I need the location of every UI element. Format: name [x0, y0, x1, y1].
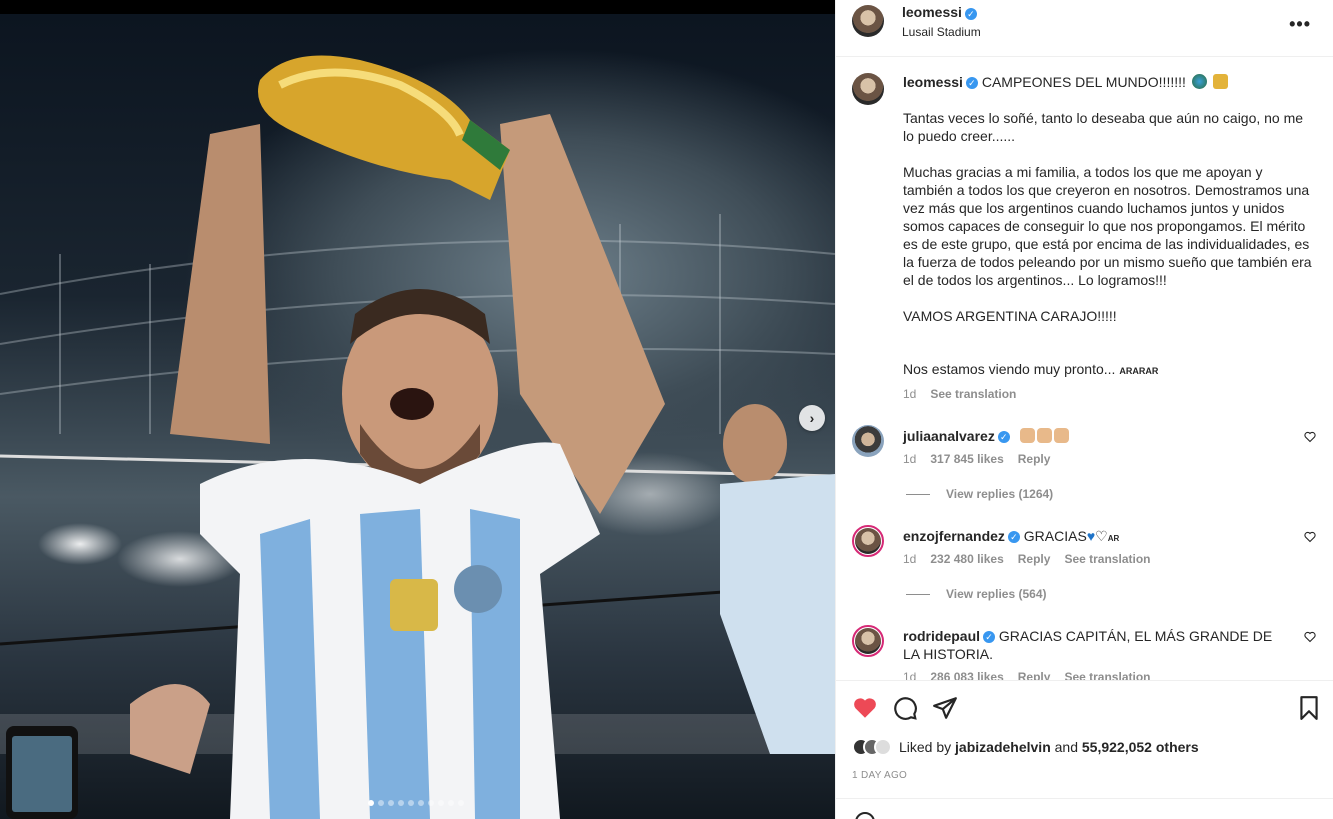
caption-text: Tantas veces lo soñé, tanto lo deseaba q… [903, 110, 1312, 324]
argentina-flags-label: ARARAR [1119, 366, 1159, 376]
caption-meta: 1d See translation [903, 387, 1030, 401]
add-comment-bar[interactable] [836, 798, 1333, 819]
comment-likes[interactable]: 232 480 likes [930, 552, 1003, 566]
caption-time: 1d [903, 387, 917, 401]
comment-meta: 1d 232 480 likes Reply See translation [903, 552, 1164, 566]
globe-emoji-icon [1191, 74, 1207, 89]
comments-section[interactable]: leomessi ✓ CAMPEONES DEL MUNDO!!!!!!! Tan… [836, 57, 1333, 680]
comment-username[interactable]: juliaanalvarez [903, 428, 995, 444]
carousel-dot [448, 800, 454, 806]
blue-heart-emoji-icon: ♥ [1086, 528, 1096, 544]
like-comment-heart-icon[interactable] [1304, 631, 1316, 643]
share-icon[interactable] [932, 695, 958, 721]
author-avatar[interactable] [852, 5, 884, 37]
comment-likes[interactable]: 317 845 likes [930, 452, 1003, 466]
caption-headline: CAMPEONES DEL MUNDO!!!!!!! [981, 74, 1186, 90]
verified-badge-icon: ✓ [1007, 531, 1020, 544]
carousel-dot [438, 800, 444, 806]
author-info: leomessi ✓ Lusail Stadium [902, 4, 981, 39]
media-top-bar [0, 0, 835, 14]
likes-count[interactable]: 55,922,052 others [1082, 739, 1199, 755]
like-comment-heart-icon[interactable] [1304, 531, 1316, 543]
comment-username[interactable]: rodridepaul [903, 628, 980, 644]
comment-time: 1d [903, 670, 917, 680]
liked-by-prefix: Liked by [899, 739, 952, 755]
comment-likes[interactable]: 286 083 likes [930, 670, 1003, 680]
caption-closing: Nos estamos viendo muy pronto... [903, 361, 1116, 377]
carousel-dot [388, 800, 394, 806]
emoji-picker-icon[interactable] [854, 811, 876, 819]
comment-time: 1d [903, 552, 917, 566]
comment-body: rodridepaul ✓ GRACIAS CAPITÁN, EL MÁS GRA… [903, 627, 1273, 663]
hands-emoji-icon [1019, 428, 1035, 443]
carousel-dot [378, 800, 384, 806]
comment-text: GRACIAS [1023, 528, 1087, 544]
like-heart-icon[interactable] [852, 695, 878, 721]
post-detail-panel: leomessi ✓ Lusail Stadium ••• leomessi ✓ C… [835, 0, 1333, 819]
liked-by-text: Liked by jabizadehelvin and 55,922,052 o… [899, 739, 1199, 755]
post-media[interactable]: › [0, 0, 835, 819]
carousel-dot [368, 800, 374, 806]
comment-see-translation[interactable]: See translation [1064, 670, 1150, 680]
comment-see-translation[interactable]: See translation [1064, 552, 1150, 566]
liked-by-user[interactable]: jabizadehelvin [955, 739, 1051, 755]
world-cup-trophy [258, 55, 510, 200]
comment-meta: 1d 317 845 likes Reply [903, 452, 1064, 466]
verified-badge-icon: ✓ [997, 431, 1010, 444]
carousel-dot [398, 800, 404, 806]
caption-username[interactable]: leomessi [903, 74, 963, 90]
comment-username[interactable]: enzojfernandez [903, 528, 1005, 544]
likes-summary: Liked by jabizadehelvin and 55,922,052 o… [852, 738, 1199, 756]
white-heart-emoji-icon: ♡ [1095, 528, 1108, 544]
comment-reply-button[interactable]: Reply [1018, 552, 1051, 566]
carousel-dot [418, 800, 424, 806]
carousel-dots [368, 800, 464, 806]
view-replies-button[interactable]: View replies (1264) [906, 487, 1053, 501]
post-location[interactable]: Lusail Stadium [902, 25, 981, 39]
caption-see-translation[interactable]: See translation [930, 387, 1016, 401]
carousel-dot [428, 800, 434, 806]
comment-reply-button[interactable]: Reply [1018, 452, 1051, 466]
like-comment-heart-icon[interactable] [1304, 431, 1316, 443]
save-bookmark-icon[interactable] [1296, 695, 1322, 721]
post-header: leomessi ✓ Lusail Stadium ••• [836, 0, 1333, 57]
verified-badge-icon: ✓ [965, 77, 978, 90]
commenter-avatar[interactable] [852, 625, 884, 657]
trophy-emoji-icon [1212, 74, 1228, 89]
post-timestamp[interactable]: 1 DAY AGO [852, 770, 907, 781]
caption-avatar[interactable] [852, 73, 884, 105]
caption-headline-line: leomessi ✓ CAMPEONES DEL MUNDO!!!!!!! [903, 73, 1313, 91]
caption-closing-line: Nos estamos viendo muy pronto... ARARAR [903, 361, 1158, 377]
commenter-avatar[interactable] [852, 525, 884, 557]
view-replies-button[interactable]: View replies (564) [906, 587, 1047, 601]
liker-avatar[interactable] [874, 738, 892, 756]
liked-by-and: and [1054, 739, 1078, 755]
comment-meta: 1d 286 083 likes Reply See translation [903, 670, 1164, 680]
comment-body: enzojfernandez ✓ GRACIAS♥♡AR [903, 527, 1283, 548]
verified-badge-icon: ✓ [983, 631, 996, 644]
argentina-flag-label: AR [1107, 534, 1120, 543]
comment-reply-button[interactable]: Reply [1018, 670, 1051, 680]
comment-body: juliaanalvarez ✓ [903, 427, 1283, 445]
hands-emoji-icon [1036, 428, 1052, 443]
comment-icon[interactable] [892, 695, 918, 721]
post-actions: Liked by jabizadehelvin and 55,922,052 o… [836, 680, 1333, 798]
next-slide-button[interactable]: › [799, 405, 825, 431]
author-username[interactable]: leomessi [902, 4, 962, 20]
carousel-dot [458, 800, 464, 806]
commenter-avatar[interactable] [852, 425, 884, 457]
more-options-icon[interactable]: ••• [1289, 14, 1311, 35]
carousel-dot [408, 800, 414, 806]
comment-time: 1d [903, 452, 917, 466]
hands-emoji-icon [1053, 428, 1069, 443]
verified-badge-icon: ✓ [964, 7, 977, 20]
